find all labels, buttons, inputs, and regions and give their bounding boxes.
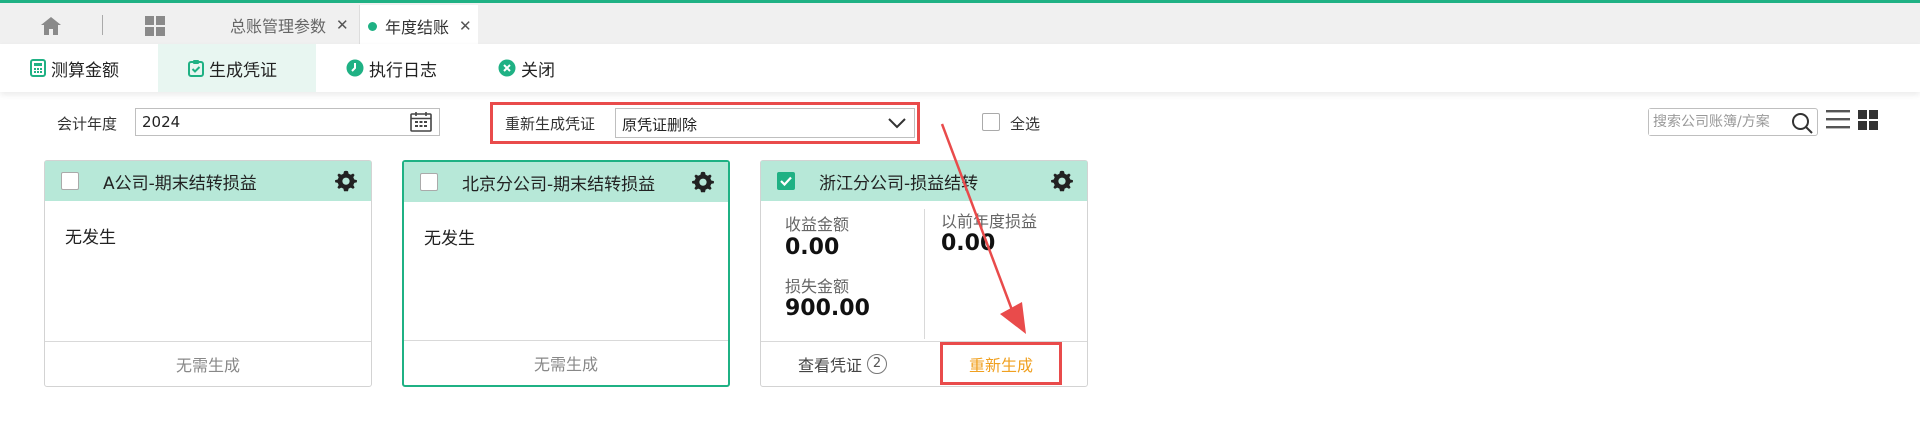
loss-amount-value: 900.00 — [785, 296, 870, 321]
card-divider — [924, 209, 925, 339]
card-title: 北京分公司-期末结转损益 — [462, 174, 656, 195]
income-amount-label: 收益金额 — [785, 215, 850, 234]
grid-icon[interactable] — [140, 11, 170, 41]
gear-icon[interactable] — [1051, 170, 1073, 196]
card-title: A公司-期末结转损益 — [103, 173, 257, 194]
select-all-label: 全选 — [1010, 115, 1041, 133]
fiscal-year-label: 会计年度 — [57, 115, 118, 133]
grid-view-icon[interactable] — [1858, 110, 1878, 134]
calculator-icon — [30, 59, 46, 77]
regen-mode-value: 原凭证删除 — [622, 116, 698, 134]
search-box — [1648, 108, 1818, 136]
gear-icon[interactable] — [692, 171, 714, 197]
close-circle-icon — [498, 59, 516, 77]
income-amount-value: 0.00 — [785, 235, 840, 260]
company-card[interactable]: 北京分公司-期末结转损益 无发生 无需生成 — [402, 160, 730, 387]
tab-year-end-close[interactable]: 年度结账 ✕ — [360, 5, 478, 47]
no-activity-text: 无发生 — [424, 229, 475, 249]
fiscal-year-input[interactable]: 2024 — [135, 108, 440, 136]
view-voucher-link[interactable]: 查看凭证 2 — [761, 341, 924, 386]
tab-label: 年度结账 — [385, 18, 450, 37]
prior-year-pl-label: 以前年度损益 — [941, 212, 1038, 231]
generate-voucher-button[interactable]: 生成凭证 — [158, 44, 316, 92]
close-label: 关闭 — [521, 60, 555, 81]
search-icon[interactable] — [1791, 112, 1813, 138]
loss-amount-label: 损失金额 — [785, 277, 850, 296]
tab-bar: 总账管理参数 ✕ 年度结账 ✕ — [0, 0, 1920, 47]
card-body: 无发生 — [404, 202, 728, 342]
close-icon[interactable]: ✕ — [459, 17, 472, 35]
calendar-icon[interactable] — [410, 111, 432, 136]
tab-divider — [102, 15, 103, 35]
checkmark-icon — [780, 176, 792, 187]
gear-icon[interactable] — [335, 170, 357, 196]
prior-year-pl-value: 0.00 — [941, 231, 996, 256]
select-all-checkbox[interactable] — [982, 113, 1000, 131]
tab-ledger-params[interactable]: 总账管理参数 ✕ — [210, 5, 360, 45]
card-checkbox[interactable] — [420, 173, 438, 191]
card-body: 无发生 — [45, 201, 371, 341]
execution-log-label: 执行日志 — [369, 60, 437, 81]
home-icon[interactable] — [36, 11, 66, 41]
no-generation-needed-text: 无需生成 — [45, 341, 371, 386]
search-input[interactable] — [1649, 109, 1789, 135]
no-generation-needed-text: 无需生成 — [404, 340, 728, 385]
clock-icon — [346, 59, 364, 77]
regen-voucher-label: 重新生成凭证 — [505, 115, 596, 133]
view-voucher-label: 查看凭证 — [797, 355, 862, 375]
chevron-down-icon — [888, 115, 906, 133]
voucher-count-badge: 2 — [867, 353, 887, 374]
close-button[interactable]: 关闭 — [498, 44, 555, 92]
generate-voucher-label: 生成凭证 — [209, 60, 277, 81]
card-header: A公司-期末结转损益 — [45, 161, 371, 201]
company-card[interactable]: 浙江分公司-损益结转 收益金额 0.00 损失金额 900.00 以前年度损益 … — [760, 160, 1088, 387]
list-view-icon[interactable] — [1826, 108, 1850, 134]
card-checkbox-checked[interactable] — [777, 172, 795, 190]
company-card[interactable]: A公司-期末结转损益 无发生 无需生成 — [44, 160, 372, 387]
card-header: 浙江分公司-损益结转 — [761, 161, 1087, 201]
card-title: 浙江分公司-损益结转 — [819, 173, 979, 194]
tab-label: 总账管理参数 — [230, 17, 327, 36]
execution-log-button[interactable]: 执行日志 — [346, 44, 437, 92]
no-activity-text: 无发生 — [65, 228, 116, 248]
regenerate-button[interactable]: 重新生成 — [940, 342, 1062, 385]
calculate-amount-button[interactable]: 测算金额 — [30, 44, 119, 92]
close-icon[interactable]: ✕ — [336, 16, 349, 34]
card-header: 北京分公司-期末结转损益 — [404, 162, 728, 202]
clipboard-check-icon — [188, 60, 204, 77]
regen-mode-select[interactable]: 原凭证删除 — [615, 108, 915, 138]
calculate-amount-label: 测算金额 — [51, 60, 119, 81]
card-checkbox[interactable] — [61, 172, 79, 190]
active-dot-icon — [368, 21, 377, 31]
toolbar: 测算金额 生成凭证 执行日志 关闭 — [0, 44, 1920, 92]
